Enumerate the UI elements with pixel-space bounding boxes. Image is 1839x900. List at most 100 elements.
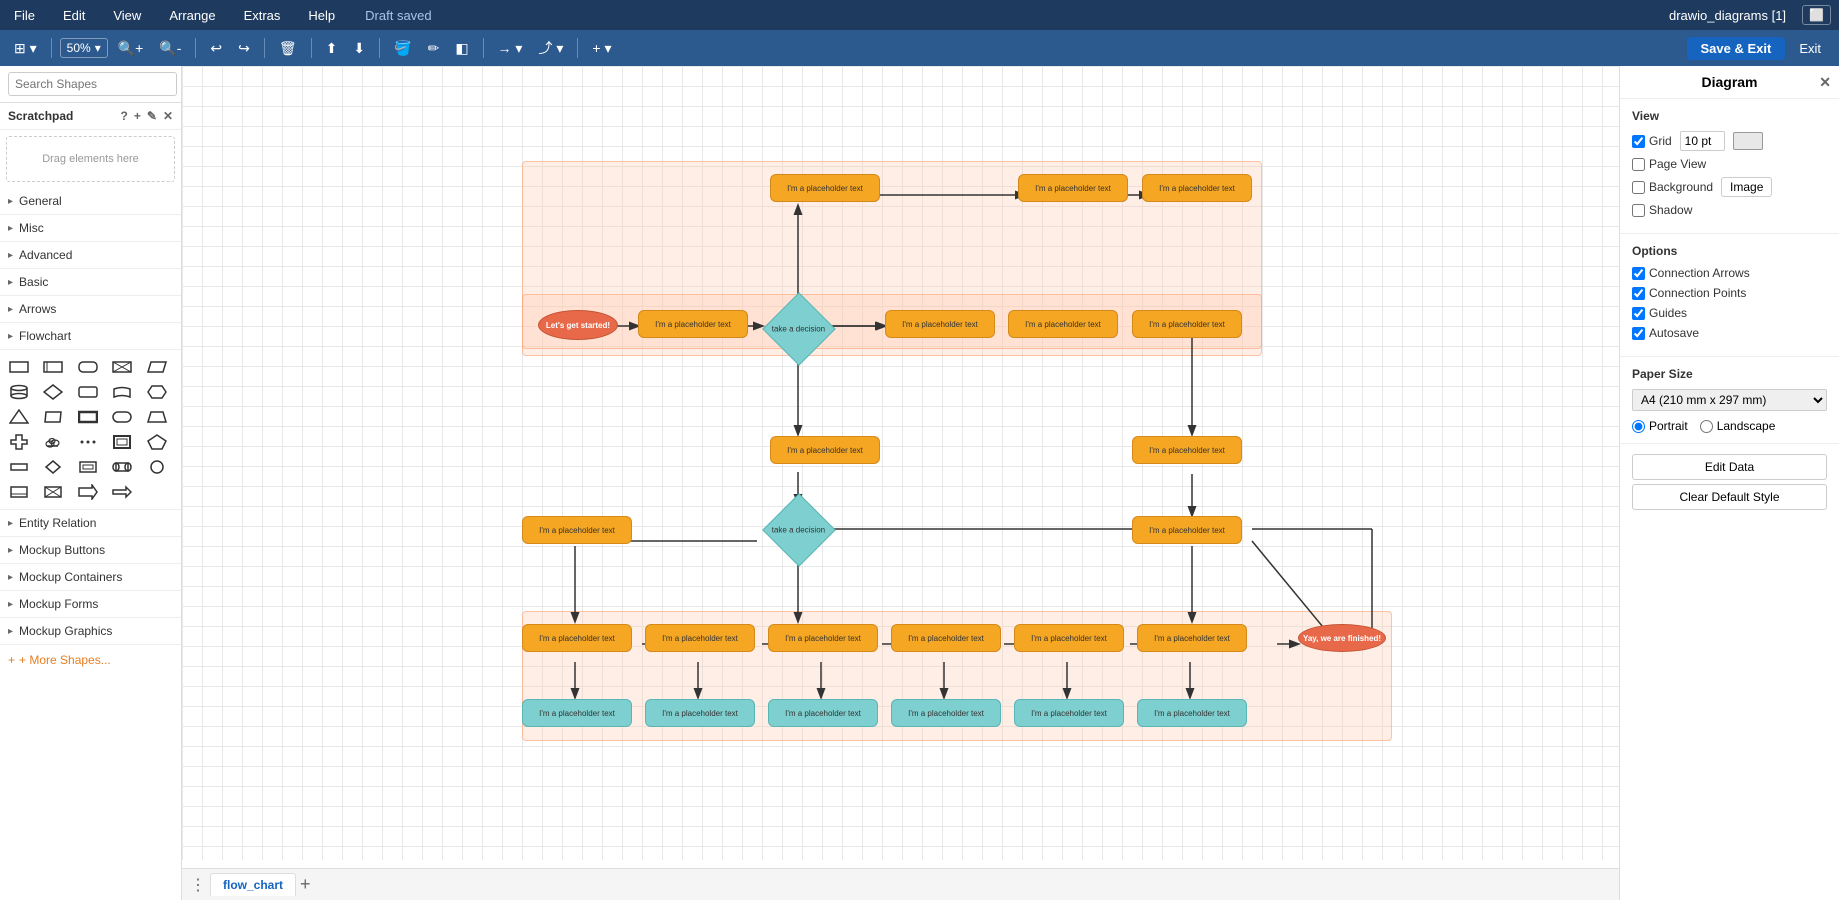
sidebar-item-mockup-buttons[interactable]: Mockup Buttons [0, 537, 181, 564]
node-n1[interactable]: I'm a placeholder text [638, 310, 748, 338]
shape-rect-inner[interactable] [75, 456, 101, 478]
sidebar-item-arrows[interactable]: Arrows [0, 296, 181, 323]
node-c5[interactable]: I'm a placeholder text [1014, 699, 1124, 727]
shape-diamond-sm[interactable] [40, 456, 66, 478]
shape-rounded-2[interactable] [75, 381, 101, 403]
shape-triangle[interactable] [6, 406, 32, 428]
to-back-button[interactable]: ⬇ [347, 37, 371, 60]
node-top2[interactable]: I'm a placeholder text [1018, 174, 1128, 202]
shadow-checkbox[interactable] [1632, 204, 1645, 217]
menu-arrange[interactable]: Arrange [163, 6, 221, 25]
shape-diamond[interactable] [40, 381, 66, 403]
node-start[interactable]: Let's get started! [538, 310, 618, 340]
shape-hexagon[interactable] [144, 381, 170, 403]
menu-edit[interactable]: Edit [57, 6, 91, 25]
line-color-button[interactable]: ✏ [422, 37, 446, 60]
connector-button[interactable]: → ▾ [492, 37, 529, 60]
shape-process[interactable] [6, 356, 32, 378]
node-c6[interactable]: I'm a placeholder text [1137, 699, 1247, 727]
background-checkbox[interactable] [1632, 181, 1645, 194]
sidebar-item-advanced[interactable]: Advanced [0, 242, 181, 269]
sidebar-item-mockup-graphics[interactable]: Mockup Graphics [0, 618, 181, 645]
page-view-checkbox[interactable] [1632, 158, 1645, 171]
sidebar-item-entity-relation[interactable]: Entity Relation [0, 510, 181, 537]
sidebar-item-mockup-forms[interactable]: Mockup Forms [0, 591, 181, 618]
node-b6[interactable]: I'm a placeholder text [1137, 624, 1247, 652]
to-front-button[interactable]: ⬆ [320, 37, 344, 60]
portrait-radio[interactable] [1632, 420, 1645, 433]
shape-box-thick[interactable] [109, 431, 135, 453]
panel-close-icon[interactable]: ✕ [1819, 74, 1831, 91]
redo-button[interactable]: ↪ [232, 37, 256, 60]
node-n2[interactable]: I'm a placeholder text [885, 310, 995, 338]
exit-button[interactable]: Exit [1789, 37, 1831, 60]
autosave-checkbox[interactable] [1632, 327, 1645, 340]
search-input[interactable] [8, 72, 177, 96]
shape-pentagon[interactable] [144, 431, 170, 453]
tab-flow-chart[interactable]: flow_chart [210, 873, 296, 896]
shape-dots[interactable] [75, 431, 101, 453]
menu-file[interactable]: File [8, 6, 41, 25]
sidebar-item-basic[interactable]: Basic [0, 269, 181, 296]
scratchpad-add-icon[interactable]: + [134, 109, 141, 123]
shape-parallelogram[interactable] [144, 356, 170, 378]
shape-cross[interactable] [109, 356, 135, 378]
edit-data-button[interactable]: Edit Data [1632, 454, 1827, 480]
landscape-radio[interactable] [1700, 420, 1713, 433]
delete-button[interactable]: 🗑 [273, 37, 303, 60]
zoom-in-button[interactable]: 🔍+ [112, 37, 150, 60]
node-top3[interactable]: I'm a placeholder text [1142, 174, 1252, 202]
scratchpad-edit-icon[interactable]: ✎ [147, 109, 157, 123]
sidebar-item-misc[interactable]: Misc [0, 215, 181, 242]
background-image-button[interactable]: Image [1721, 177, 1772, 197]
shape-stadium[interactable] [109, 456, 135, 478]
node-n3[interactable]: I'm a placeholder text [1008, 310, 1118, 338]
more-shapes-link[interactable]: + + More Shapes... [0, 645, 181, 675]
grid-checkbox[interactable] [1632, 135, 1645, 148]
restore-button[interactable]: ⬜ [1802, 5, 1831, 25]
tab-add-button[interactable]: + [300, 874, 311, 895]
shape-x-in-box[interactable] [40, 481, 66, 503]
node-c1[interactable]: I'm a placeholder text [522, 699, 632, 727]
fill-color-button[interactable]: 🪣 [388, 37, 417, 60]
shadow-button[interactable]: ◧ [449, 37, 474, 60]
zoom-out-button[interactable]: 🔍- [153, 37, 187, 60]
shape-plus[interactable] [6, 431, 32, 453]
zoom-control[interactable]: 50% ▾ [60, 38, 108, 58]
tab-menu-button[interactable]: ⋮ [190, 875, 206, 895]
node-n5[interactable]: I'm a placeholder text [522, 516, 632, 544]
node-b3[interactable]: I'm a placeholder text [768, 624, 878, 652]
scratchpad-help-icon[interactable]: ? [121, 109, 128, 123]
scratchpad-close-icon[interactable]: ✕ [163, 109, 173, 123]
node-mid2[interactable]: I'm a placeholder text [1132, 436, 1242, 464]
sidebar-item-flowchart[interactable]: Flowchart [0, 323, 181, 350]
node-end[interactable]: Yay, we are finished! [1298, 624, 1386, 652]
node-c2[interactable]: I'm a placeholder text [645, 699, 755, 727]
node-n6[interactable]: I'm a placeholder text [1132, 516, 1242, 544]
format-button[interactable]: ⊞ ▾ [8, 37, 43, 60]
node-c4[interactable]: I'm a placeholder text [891, 699, 1001, 727]
insert-button[interactable]: + ▾ [586, 37, 617, 60]
shape-rounded[interactable] [75, 356, 101, 378]
clear-style-button[interactable]: Clear Default Style [1632, 484, 1827, 510]
node-b5[interactable]: I'm a placeholder text [1014, 624, 1124, 652]
shape-circle[interactable] [144, 456, 170, 478]
undo-button[interactable]: ↩ [204, 37, 228, 60]
node-mid1[interactable]: I'm a placeholder text [770, 436, 880, 464]
menu-help[interactable]: Help [302, 6, 341, 25]
shape-rect-rounded[interactable] [109, 406, 135, 428]
shape-arrow-box[interactable] [75, 481, 101, 503]
shape-arrow-right[interactable] [109, 481, 135, 503]
node-n4[interactable]: I'm a placeholder text [1132, 310, 1242, 338]
shape-process-2[interactable] [40, 356, 66, 378]
canvas-area[interactable]: I'm a placeholder text I'm a placeholder… [182, 66, 1619, 900]
grid-color-box[interactable] [1733, 132, 1763, 150]
shape-rect-thick[interactable] [75, 406, 101, 428]
shape-parallelogram-2[interactable] [40, 406, 66, 428]
node-c3[interactable]: I'm a placeholder text [768, 699, 878, 727]
shape-cloud[interactable] [40, 431, 66, 453]
paper-size-select[interactable]: A4 (210 mm x 297 mm) [1632, 389, 1827, 411]
sidebar-item-mockup-containers[interactable]: Mockup Containers [0, 564, 181, 591]
sidebar-item-general[interactable]: General [0, 188, 181, 215]
save-exit-button[interactable]: Save & Exit [1687, 37, 1786, 60]
